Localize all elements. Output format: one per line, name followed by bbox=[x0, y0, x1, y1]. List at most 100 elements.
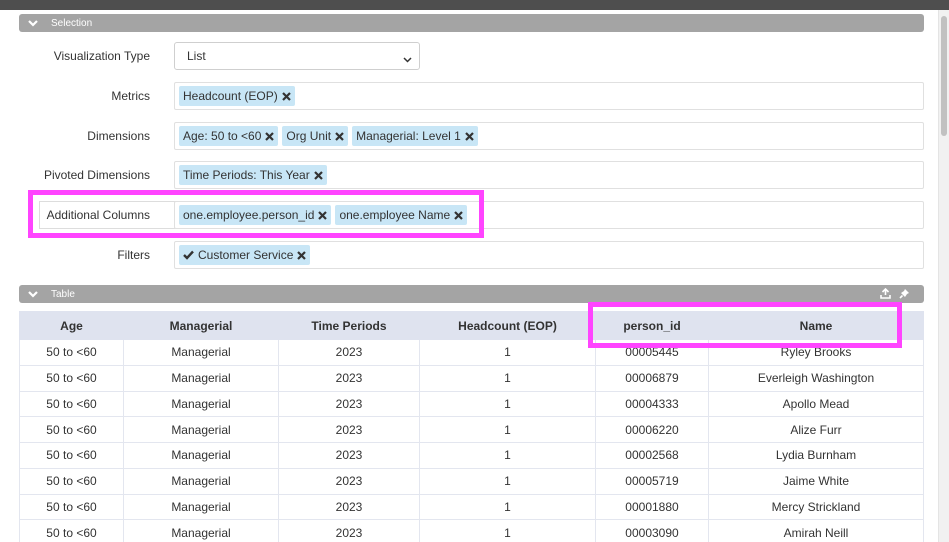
table-row: 50 to <60 Managerial 2023 1 00006220 Ali… bbox=[19, 416, 924, 443]
vertical-scrollbar[interactable] bbox=[938, 10, 949, 542]
table-row: 50 to <60 Managerial 2023 1 00002568 Lyd… bbox=[19, 442, 924, 469]
column-header-age[interactable]: Age bbox=[19, 311, 124, 340]
table-section-header[interactable]: Table bbox=[19, 285, 924, 303]
selection-section-title: Selection bbox=[51, 17, 93, 29]
cell-headcount: 1 bbox=[419, 467, 596, 495]
table-row: 50 to <60 Managerial 2023 1 00006879 Eve… bbox=[19, 364, 924, 392]
cell-age: 50 to <60 bbox=[19, 467, 124, 495]
cell-time-period: 2023 bbox=[278, 364, 420, 392]
dimension-tag-label: Managerial: Level 1 bbox=[356, 129, 461, 143]
metric-tag: Headcount (EOP) bbox=[179, 86, 295, 106]
cell-managerial: Managerial bbox=[123, 364, 279, 392]
cell-name: Everleigh Washington bbox=[708, 364, 924, 392]
table-row: 50 to <60 Managerial 2023 1 00003090 Ami… bbox=[19, 519, 924, 542]
metrics-tag-field[interactable]: Headcount (EOP) bbox=[174, 82, 924, 110]
cell-headcount: 1 bbox=[419, 364, 596, 392]
dimensions-label: Dimensions bbox=[87, 129, 150, 143]
cell-time-period: 2023 bbox=[278, 493, 420, 521]
cell-person-id: 00004333 bbox=[595, 390, 709, 418]
cell-headcount: 1 bbox=[419, 416, 596, 443]
table-row: 50 to <60 Managerial 2023 1 00001880 Mer… bbox=[19, 493, 924, 521]
cell-name: Apollo Mead bbox=[708, 390, 924, 418]
cell-managerial: Managerial bbox=[123, 442, 279, 469]
x-icon[interactable] bbox=[335, 131, 344, 141]
filters-tag-field[interactable]: Customer Service bbox=[174, 241, 924, 269]
selection-section-header[interactable]: Selection bbox=[19, 14, 924, 32]
cell-managerial: Managerial bbox=[123, 339, 279, 366]
scrollbar-thumb[interactable] bbox=[941, 16, 947, 136]
cell-time-period: 2023 bbox=[278, 339, 420, 366]
cell-age: 50 to <60 bbox=[19, 364, 124, 392]
dimension-tag-label: Org Unit bbox=[286, 129, 332, 143]
dimension-tag: Managerial: Level 1 bbox=[352, 126, 478, 146]
check-icon bbox=[183, 250, 194, 260]
filter-tag: Customer Service bbox=[179, 245, 311, 265]
dimension-tag: Org Unit bbox=[282, 126, 349, 146]
pivoted-dimension-tag-label: Time Periods: This Year bbox=[183, 168, 310, 182]
cell-name: Lydia Burnham bbox=[708, 442, 924, 469]
chevron-down-icon[interactable] bbox=[19, 19, 47, 27]
filters-label: Filters bbox=[117, 248, 150, 262]
cell-headcount: 1 bbox=[419, 493, 596, 521]
cell-person-id: 00003090 bbox=[595, 519, 709, 542]
dimension-tag: Age: 50 to <60 bbox=[179, 126, 279, 146]
x-icon[interactable] bbox=[465, 131, 474, 141]
pivoted-dimensions-tag-field[interactable]: Time Periods: This Year bbox=[174, 161, 924, 189]
cell-time-period: 2023 bbox=[278, 416, 420, 443]
cell-headcount: 1 bbox=[419, 519, 596, 542]
cell-managerial: Managerial bbox=[123, 390, 279, 418]
metrics-label: Metrics bbox=[111, 89, 150, 103]
cell-name: Jaime White bbox=[708, 467, 924, 495]
cell-name: Amirah Neill bbox=[708, 519, 924, 542]
table-row: 50 to <60 Managerial 2023 1 00004333 Apo… bbox=[19, 390, 924, 418]
cell-managerial: Managerial bbox=[123, 467, 279, 495]
highlight-box-additional-columns bbox=[28, 190, 484, 238]
cell-headcount: 1 bbox=[419, 390, 596, 418]
cell-managerial: Managerial bbox=[123, 416, 279, 443]
metric-tag-label: Headcount (EOP) bbox=[183, 89, 278, 103]
pivoted-dimension-tag: Time Periods: This Year bbox=[179, 165, 327, 185]
cell-managerial: Managerial bbox=[123, 519, 279, 542]
cell-name: Alize Furr bbox=[708, 416, 924, 443]
column-header-time-periods[interactable]: Time Periods bbox=[278, 311, 420, 340]
visualization-type-select[interactable]: List bbox=[174, 42, 420, 70]
cell-name: Mercy Strickland bbox=[708, 493, 924, 521]
pin-icon[interactable] bbox=[898, 287, 910, 300]
cell-age: 50 to <60 bbox=[19, 519, 124, 542]
visualization-type-value: List bbox=[187, 49, 206, 63]
column-header-headcount[interactable]: Headcount (EOP) bbox=[419, 311, 596, 340]
cell-headcount: 1 bbox=[419, 442, 596, 469]
cell-person-id: 00006879 bbox=[595, 364, 709, 392]
cell-person-id: 00001880 bbox=[595, 493, 709, 521]
cell-person-id: 00005719 bbox=[595, 467, 709, 495]
visualization-type-label: Visualization Type bbox=[53, 49, 150, 63]
export-icon[interactable] bbox=[879, 287, 891, 300]
column-header-managerial[interactable]: Managerial bbox=[123, 311, 279, 340]
pivoted-dimensions-label: Pivoted Dimensions bbox=[43, 168, 150, 182]
chevron-down-icon bbox=[403, 52, 412, 66]
cell-age: 50 to <60 bbox=[19, 416, 124, 443]
filter-tag-label: Customer Service bbox=[198, 248, 294, 262]
x-icon[interactable] bbox=[297, 250, 307, 260]
cell-time-period: 2023 bbox=[278, 390, 420, 418]
dimensions-tag-field[interactable]: Age: 50 to <60 Org Unit Managerial: Leve… bbox=[174, 122, 924, 150]
cell-managerial: Managerial bbox=[123, 493, 279, 521]
cell-age: 50 to <60 bbox=[19, 339, 124, 366]
chevron-down-icon[interactable] bbox=[19, 290, 47, 298]
cell-person-id: 00006220 bbox=[595, 416, 709, 443]
x-icon[interactable] bbox=[281, 91, 291, 101]
cell-time-period: 2023 bbox=[278, 442, 420, 469]
cell-time-period: 2023 bbox=[278, 467, 420, 495]
cell-person-id: 00002568 bbox=[595, 442, 709, 469]
cell-age: 50 to <60 bbox=[19, 442, 124, 469]
cell-headcount: 1 bbox=[419, 339, 596, 366]
cell-age: 50 to <60 bbox=[19, 493, 124, 521]
dimension-tag-label: Age: 50 to <60 bbox=[183, 129, 262, 143]
highlight-box-new-columns bbox=[588, 302, 902, 348]
table-row: 50 to <60 Managerial 2023 1 00005719 Jai… bbox=[19, 467, 924, 495]
x-icon[interactable] bbox=[265, 131, 275, 141]
x-icon[interactable] bbox=[313, 170, 323, 180]
cell-age: 50 to <60 bbox=[19, 390, 124, 418]
window-top-bar bbox=[0, 0, 949, 10]
cell-time-period: 2023 bbox=[278, 519, 420, 542]
